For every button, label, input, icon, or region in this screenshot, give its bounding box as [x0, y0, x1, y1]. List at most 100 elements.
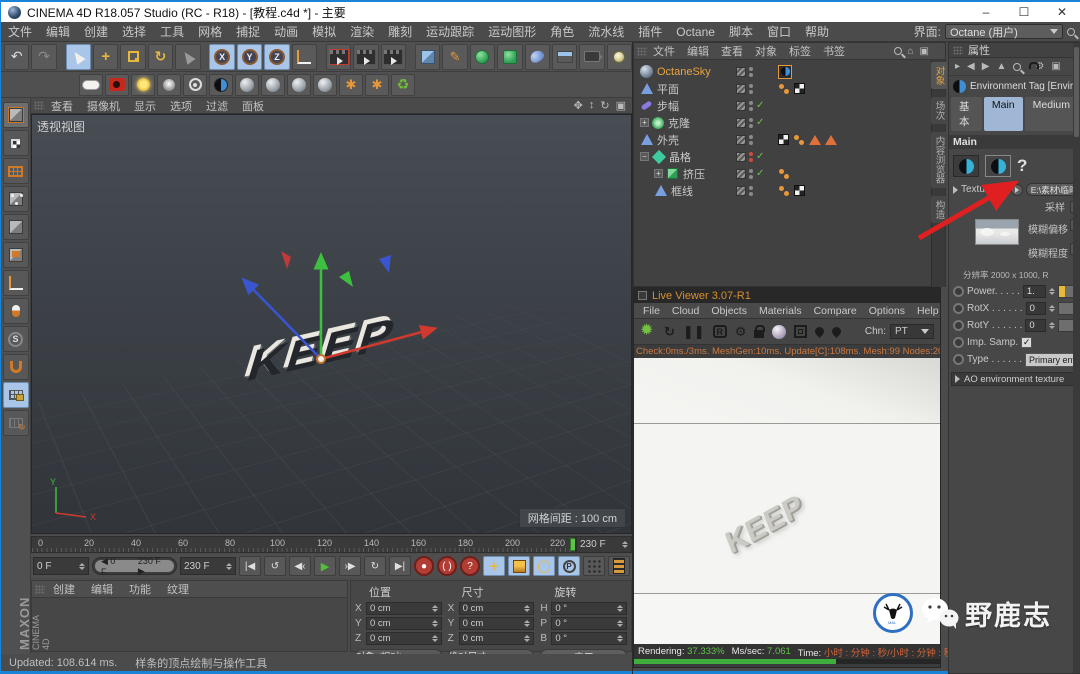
object-row-plane[interactable]: 平面: [640, 80, 932, 97]
move-button[interactable]: +: [93, 44, 118, 70]
playhead[interactable]: [570, 538, 576, 551]
anim-dot-icon[interactable]: [953, 337, 964, 348]
menu-snap[interactable]: 捕捉: [229, 23, 267, 40]
redo-button[interactable]: ↷: [31, 44, 56, 70]
pause-render-icon[interactable]: ❚❚: [683, 324, 705, 340]
octane-glossy-material-button[interactable]: [261, 74, 285, 96]
object-row-spline[interactable]: 框线: [640, 182, 932, 199]
enable-check-icon[interactable]: ✓: [756, 117, 766, 128]
layer-box[interactable]: [736, 101, 746, 111]
octane-vdb-button[interactable]: ✱: [365, 74, 389, 96]
visibility-dots[interactable]: [749, 118, 753, 128]
shader-arrow-button[interactable]: [1011, 184, 1023, 196]
object-row-shell[interactable]: 外壳: [640, 131, 932, 148]
octane-object-tag-icon[interactable]: [778, 185, 790, 197]
phong-tag-icon[interactable]: [794, 185, 805, 196]
interface-dropdown[interactable]: Octane (用户): [945, 24, 1063, 39]
octane-daylight-button[interactable]: [131, 74, 155, 96]
rot-p-input[interactable]: 0 °: [551, 617, 627, 630]
new-panel-icon[interactable]: ▣: [1051, 61, 1060, 72]
power-input[interactable]: 1.: [1023, 285, 1046, 298]
timeline-ruler[interactable]: 0 20 40 60 80 100 120 140 160 180 200 22…: [31, 536, 632, 553]
object-row-step[interactable]: 步幅 ✓: [640, 97, 932, 114]
tab-content-browser[interactable]: 内容浏览器: [931, 132, 947, 188]
texture-path-button[interactable]: E:\素材\临时\成...: [1026, 183, 1078, 196]
lock-y-button[interactable]: Y: [237, 44, 262, 70]
menu-edit[interactable]: 编辑: [39, 23, 77, 40]
attributes-scrollbar[interactable]: [1073, 43, 1080, 673]
mode-menu-icon[interactable]: ▸: [955, 61, 960, 72]
menu-render[interactable]: 渲染: [343, 23, 381, 40]
align-workplane-button[interactable]: [3, 410, 29, 436]
object-row-lattice[interactable]: − 晶格 ✓: [640, 148, 932, 165]
toggle-view-icon[interactable]: ▣: [616, 99, 626, 112]
add-cube-button[interactable]: [415, 44, 440, 70]
rotate-view-icon[interactable]: ↻: [600, 99, 609, 112]
enable-check-icon[interactable]: ✓: [756, 100, 766, 111]
close-button[interactable]: ✕: [1043, 2, 1080, 22]
enable-check-icon[interactable]: ✓: [756, 151, 766, 162]
octane-mix-material-button[interactable]: [313, 74, 337, 96]
mat-menu-edit[interactable]: 编辑: [83, 581, 121, 597]
play-backwards-button[interactable]: ↺: [264, 556, 286, 576]
scale-button[interactable]: [120, 44, 145, 70]
octane-hdri-environment-button[interactable]: [209, 74, 233, 96]
light-button[interactable]: [607, 44, 632, 70]
om-menu-bookmarks[interactable]: 书签: [817, 43, 851, 59]
rot-h-input[interactable]: 0 °: [551, 602, 627, 615]
octane-arealight-button[interactable]: [157, 74, 181, 96]
snap-s-button[interactable]: S: [3, 326, 29, 352]
enable-axis-button[interactable]: [3, 270, 29, 296]
om-menu-view[interactable]: 查看: [715, 43, 749, 59]
timeline-window-button[interactable]: [608, 556, 630, 576]
lv-menu-cloud[interactable]: Cloud: [666, 305, 705, 317]
octane-environment-tag-icon[interactable]: [778, 65, 792, 79]
expand-icon[interactable]: +: [654, 169, 663, 178]
rotx-input[interactable]: 0: [1026, 302, 1046, 315]
rot-b-input[interactable]: 0 °: [551, 632, 627, 645]
pos-x-input[interactable]: 0 cm: [366, 602, 442, 615]
texture-env-button[interactable]: [953, 155, 979, 177]
octane-tag-icon[interactable]: [809, 135, 821, 145]
edges-mode-button[interactable]: [3, 214, 29, 240]
render-view-button[interactable]: [326, 44, 351, 70]
pos-y-input[interactable]: 0 cm: [366, 617, 442, 630]
tab-main[interactable]: Main: [984, 97, 1023, 131]
object-row-octanesky[interactable]: OctaneSky: [640, 63, 932, 80]
lv-menu-compare[interactable]: Compare: [808, 305, 863, 317]
up-arrow-icon[interactable]: ▲: [996, 61, 1006, 72]
menu-plugins[interactable]: 插件: [631, 23, 669, 40]
model-mode-button[interactable]: [3, 102, 29, 128]
render-picture-viewer-button[interactable]: [353, 44, 378, 70]
current-frame-box[interactable]: 0 F: [33, 557, 89, 575]
phong-tag-icon[interactable]: [778, 134, 789, 145]
material-ball-icon[interactable]: [772, 325, 786, 339]
stepper-icon[interactable]: [1049, 322, 1055, 329]
lock-x-button[interactable]: X: [209, 44, 234, 70]
octane-object-tag-icon[interactable]: [778, 83, 790, 95]
tab-structure[interactable]: 构造: [931, 196, 947, 223]
key-parameter-button[interactable]: P: [558, 556, 580, 576]
roty-input[interactable]: 0: [1025, 319, 1046, 332]
search-icon[interactable]: [1013, 63, 1021, 71]
vp-menu-filter[interactable]: 过滤: [199, 98, 235, 114]
menu-simulate[interactable]: 模拟: [305, 23, 343, 40]
om-menu-file[interactable]: 文件: [647, 43, 681, 59]
stepper-icon[interactable]: [226, 563, 232, 570]
end-frame-box2[interactable]: 230 F: [180, 557, 236, 575]
collapse-icon[interactable]: −: [640, 152, 649, 161]
material-picker-icon[interactable]: [813, 325, 826, 338]
history-forward-icon[interactable]: ▶: [982, 61, 990, 72]
vp-menu-view[interactable]: 查看: [44, 98, 80, 114]
daylight-env-button[interactable]: [985, 155, 1011, 177]
help-question[interactable]: ?: [1017, 156, 1027, 176]
visibility-dots[interactable]: [749, 67, 753, 77]
points-mode-button[interactable]: [3, 186, 29, 212]
drag-grip[interactable]: [34, 101, 44, 110]
record-key-button[interactable]: ●: [414, 556, 434, 576]
anim-dot-icon[interactable]: [953, 286, 964, 297]
object-row-extrude[interactable]: + 挤压 ✓: [640, 165, 932, 182]
octane-tag-icon[interactable]: [825, 135, 837, 145]
coordinate-system-button[interactable]: [292, 44, 317, 70]
texture-thumbnail[interactable]: [975, 219, 1019, 245]
